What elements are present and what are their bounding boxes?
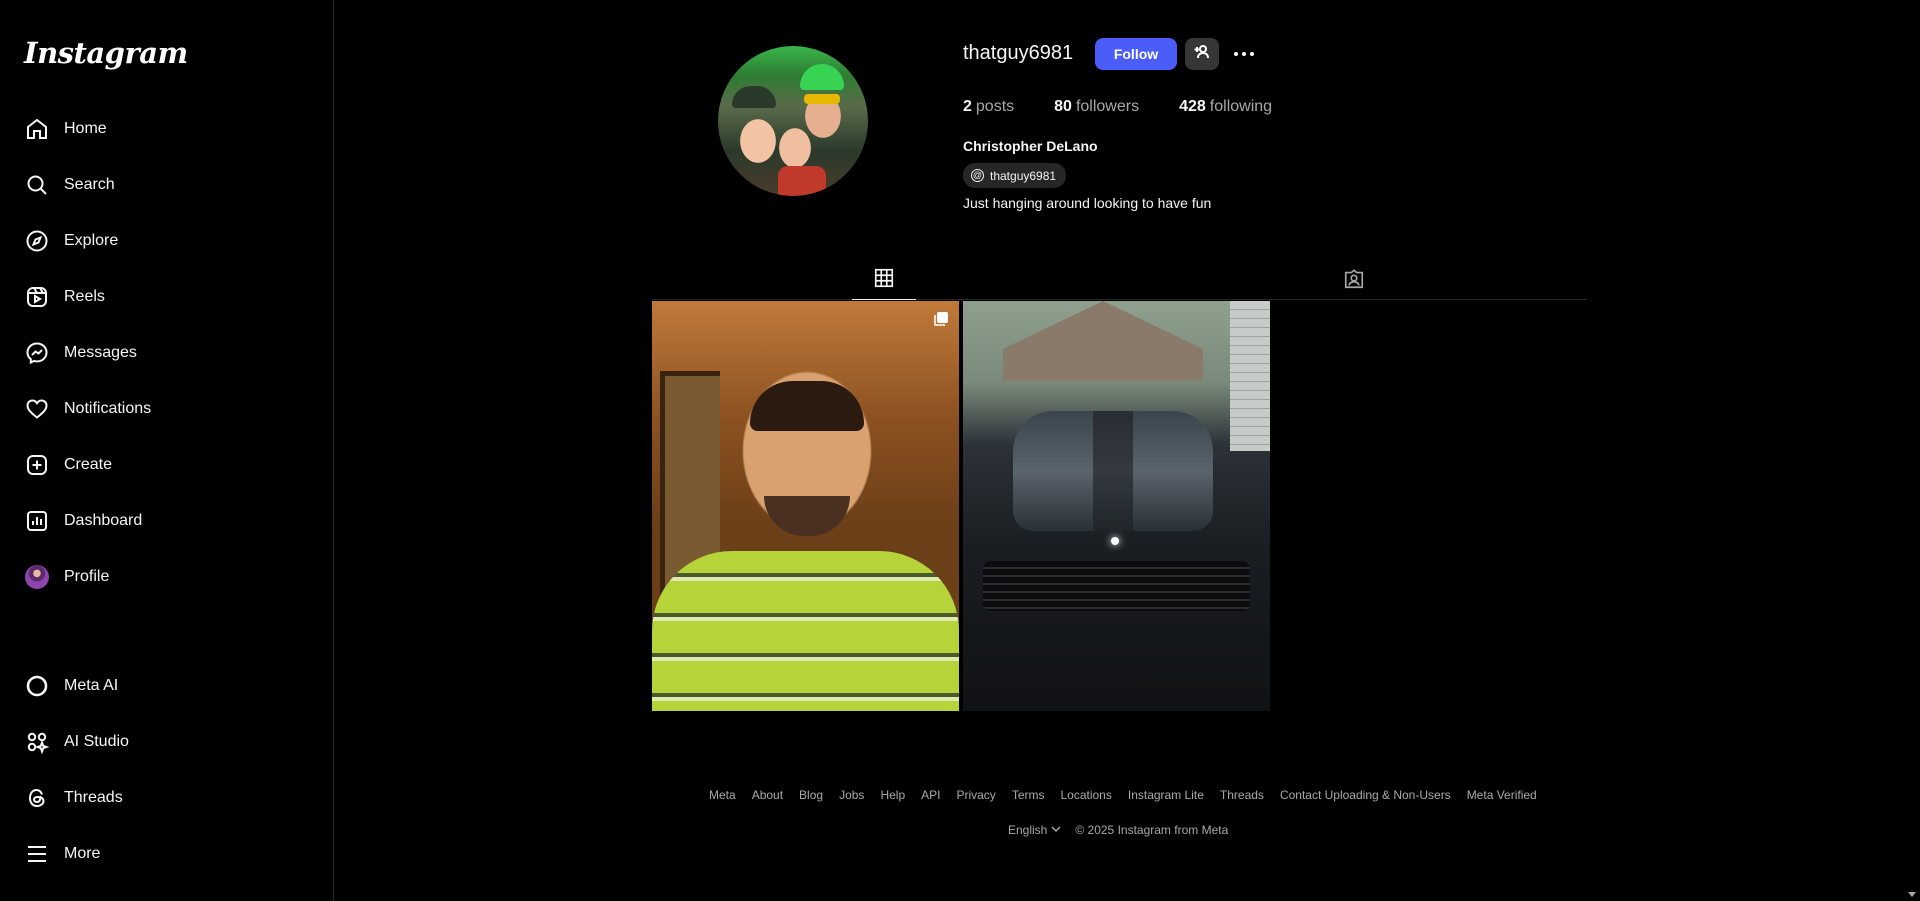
footer-links: Meta About Blog Jobs Help API Privacy Te… [709, 788, 1537, 802]
copyright: © 2025 Instagram from Meta [1075, 823, 1229, 837]
footer-link[interactable]: Jobs [839, 788, 864, 802]
profile-username: thatguy6981 [963, 42, 1074, 64]
language-select[interactable]: English [1008, 823, 1061, 837]
posts-label: posts [975, 98, 1015, 115]
following-label: following [1209, 98, 1273, 115]
footer-link[interactable]: Meta [709, 788, 736, 802]
tab-posts[interactable] [852, 262, 916, 300]
footer-link[interactable]: Terms [1012, 788, 1045, 802]
add-person-icon [1194, 44, 1210, 65]
profile-avatar[interactable] [718, 46, 868, 196]
chevron-down-icon [1051, 823, 1061, 837]
tab-tagged[interactable] [1322, 262, 1386, 300]
footer-link[interactable]: Instagram Lite [1128, 788, 1204, 802]
post-thumbnail[interactable] [652, 301, 959, 711]
dot-icon [1234, 52, 1238, 56]
followers-label: followers [1075, 98, 1140, 115]
dot-icon [1250, 52, 1254, 56]
carousel-icon [933, 311, 949, 327]
threads-handle: thatguy6981 [990, 168, 1057, 183]
footer-link[interactable]: Contact Uploading & Non-Users [1280, 788, 1451, 802]
tabs-divider [652, 299, 1587, 300]
footer-link[interactable]: Help [880, 788, 905, 802]
main-content: thatguy6981 Follow 2 posts 80 followers 42… [0, 0, 1920, 901]
footer-link[interactable]: About [752, 788, 783, 802]
grid-icon [873, 267, 895, 294]
footer-link[interactable]: Meta Verified [1467, 788, 1537, 802]
footer-link[interactable]: Blog [799, 788, 823, 802]
posts-count: 2 [963, 98, 972, 115]
dot-icon [1242, 52, 1246, 56]
scroll-down-arrow[interactable] [1908, 892, 1916, 897]
more-options-button[interactable] [1230, 42, 1258, 66]
threads-icon: @ [971, 169, 984, 182]
tagged-icon [1343, 268, 1365, 295]
suggested-accounts-button[interactable] [1185, 38, 1219, 70]
followers-stat[interactable]: 80 followers [1054, 98, 1139, 116]
footer-link[interactable]: Threads [1220, 788, 1264, 802]
footer-link[interactable]: API [921, 788, 940, 802]
following-stat[interactable]: 428 following [1179, 98, 1272, 116]
profile-full-name: Christopher DeLano [963, 138, 1098, 154]
posts-stat: 2 posts [963, 98, 1014, 116]
followers-count: 80 [1054, 98, 1072, 115]
footer-link[interactable]: Privacy [956, 788, 995, 802]
follow-button[interactable]: Follow [1095, 38, 1177, 70]
following-count: 428 [1179, 98, 1206, 115]
profile-stats: 2 posts 80 followers 428 following [963, 98, 1272, 116]
profile-bio: Just hanging around looking to have fun [963, 195, 1212, 211]
post-thumbnail[interactable] [963, 301, 1270, 711]
language-label: English [1008, 823, 1048, 837]
threads-badge[interactable]: @ thatguy6981 [963, 163, 1067, 188]
footer-link[interactable]: Locations [1060, 788, 1111, 802]
footer-bottom: English © 2025 Instagram from Meta [1008, 823, 1228, 837]
